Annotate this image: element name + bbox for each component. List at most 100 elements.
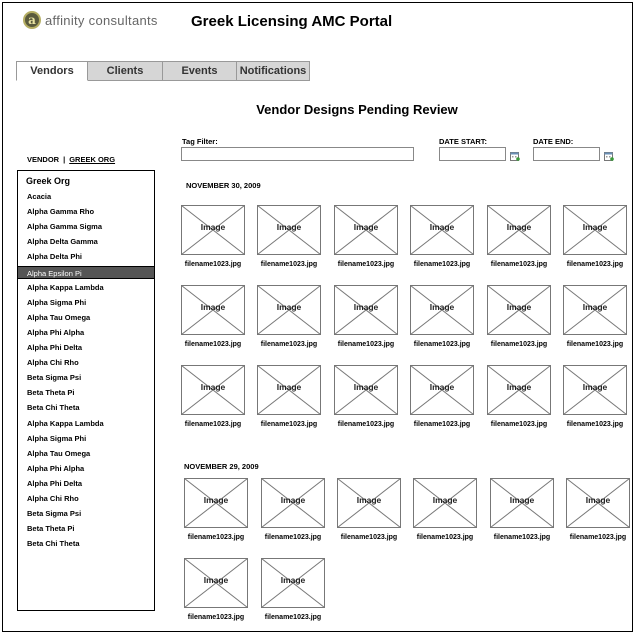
thumbnail-filename[interactable]: filename1023.jpg <box>328 421 404 428</box>
design-thumbnail[interactable]: Image filename1023.jpg <box>566 478 630 541</box>
tag-filter-input[interactable] <box>181 147 414 161</box>
design-thumbnail[interactable]: Image filename1023.jpg <box>487 365 551 428</box>
org-list-item[interactable]: Alpha Phi Delta <box>18 341 154 354</box>
thumbnail-filename[interactable]: filename1023.jpg <box>404 341 480 348</box>
thumbnail-filename[interactable]: filename1023.jpg <box>175 341 251 348</box>
design-thumbnail[interactable]: Image filename1023.jpg <box>487 285 551 348</box>
thumbnail-filename[interactable]: filename1023.jpg <box>404 261 480 268</box>
org-list-item[interactable]: Alpha Sigma Phi <box>18 432 154 445</box>
design-thumbnail[interactable]: Image filename1023.jpg <box>563 365 627 428</box>
image-placeholder-label: Image <box>280 575 306 585</box>
tab-clients[interactable]: Clients <box>88 61 163 81</box>
thumbnail-filename[interactable]: filename1023.jpg <box>481 261 557 268</box>
design-thumbnail[interactable]: Image filename1023.jpg <box>410 205 474 268</box>
design-thumbnail[interactable]: Image filename1023.jpg <box>337 478 401 541</box>
thumbnail-filename[interactable]: filename1023.jpg <box>331 534 407 541</box>
thumbnail-filename[interactable]: filename1023.jpg <box>481 341 557 348</box>
design-thumbnail[interactable]: Image filename1023.jpg <box>490 478 554 541</box>
org-list-item[interactable]: Beta Chi Theta <box>18 401 154 414</box>
org-list-item[interactable]: Acacia <box>18 190 154 203</box>
thumbnail-filename[interactable]: filename1023.jpg <box>251 341 327 348</box>
org-list-item[interactable]: Beta Sigma Psi <box>18 371 154 384</box>
org-list-item[interactable]: Alpha Gamma Sigma <box>18 220 154 233</box>
greek-org-toggle-link[interactable]: GREEK ORG <box>69 155 115 164</box>
page-title: Vendor Designs Pending Review <box>256 102 458 117</box>
image-placeholder-label: Image <box>429 302 455 312</box>
thumbnail-filename[interactable]: filename1023.jpg <box>255 534 331 541</box>
org-list-item[interactable]: Alpha Kappa Lambda <box>18 417 154 430</box>
thumbnail-filename[interactable]: filename1023.jpg <box>407 534 483 541</box>
thumbnail-filename[interactable]: filename1023.jpg <box>557 261 633 268</box>
design-thumbnail[interactable]: Image filename1023.jpg <box>334 285 398 348</box>
calendar-icon[interactable] <box>604 151 614 161</box>
design-thumbnail[interactable]: Image filename1023.jpg <box>563 285 627 348</box>
design-thumbnail[interactable]: Image filename1023.jpg <box>184 478 248 541</box>
thumbnail-filename[interactable]: filename1023.jpg <box>328 341 404 348</box>
org-list-item[interactable]: Alpha Tau Omega <box>18 447 154 460</box>
design-thumbnail[interactable]: Image filename1023.jpg <box>410 285 474 348</box>
brand-logo[interactable]: a affinity consultants <box>23 11 158 29</box>
org-list-item[interactable]: Alpha Delta Gamma <box>18 235 154 248</box>
design-thumbnail[interactable]: Image filename1023.jpg <box>413 478 477 541</box>
design-thumbnail[interactable]: Image filename1023.jpg <box>184 558 248 621</box>
org-list-item[interactable]: Beta Theta Pi <box>18 522 154 535</box>
design-thumbnail[interactable]: Image filename1023.jpg <box>334 205 398 268</box>
org-list-item[interactable]: Alpha Epsilon Pi <box>18 265 154 279</box>
thumbnail-filename[interactable]: filename1023.jpg <box>251 421 327 428</box>
org-list-item[interactable]: Alpha Kappa Lambda <box>18 281 154 294</box>
date-start-input[interactable] <box>439 147 506 161</box>
thumbnail-filename[interactable]: filename1023.jpg <box>557 341 633 348</box>
thumbnail-filename[interactable]: filename1023.jpg <box>484 534 560 541</box>
org-list-item[interactable]: Alpha Phi Alpha <box>18 462 154 475</box>
org-list-item[interactable]: Beta Chi Theta <box>18 537 154 550</box>
thumbnail-filename[interactable]: filename1023.jpg <box>251 261 327 268</box>
vendor-toggle-link[interactable]: VENDOR <box>27 155 59 164</box>
org-list-item[interactable]: Alpha Chi Rho <box>18 492 154 505</box>
thumbnail-filename[interactable]: filename1023.jpg <box>404 421 480 428</box>
tab-events[interactable]: Events <box>163 61 237 81</box>
thumbnail-filename[interactable]: filename1023.jpg <box>175 261 251 268</box>
image-placeholder-label: Image <box>429 382 455 392</box>
design-thumbnail[interactable]: Image filename1023.jpg <box>181 285 245 348</box>
thumbnail-filename[interactable]: filename1023.jpg <box>178 534 254 541</box>
design-thumbnail[interactable]: Image filename1023.jpg <box>257 285 321 348</box>
image-placeholder-label: Image <box>200 382 226 392</box>
design-thumbnail[interactable]: Image filename1023.jpg <box>261 558 325 621</box>
org-list-item[interactable]: Alpha Sigma Phi <box>18 296 154 309</box>
greek-org-list[interactable]: Greek Org Acacia Alpha Gamma Rho Alpha Gam… <box>17 170 155 611</box>
org-list-item[interactable]: Beta Theta Pi <box>18 386 154 399</box>
thumbnail-filename[interactable]: filename1023.jpg <box>178 614 254 621</box>
org-list-item[interactable]: Alpha Phi Alpha <box>18 326 154 339</box>
thumbnail-filename[interactable]: filename1023.jpg <box>557 421 633 428</box>
design-thumbnail[interactable]: Image filename1023.jpg <box>410 365 474 428</box>
org-list-item[interactable]: Alpha Tau Omega <box>18 311 154 324</box>
date-start-label: DATE START: <box>439 137 488 146</box>
org-list-item[interactable]: Beta Sigma Psi <box>18 507 154 520</box>
calendar-icon[interactable] <box>510 151 520 161</box>
thumbnail-filename[interactable]: filename1023.jpg <box>481 421 557 428</box>
design-thumbnail[interactable]: Image filename1023.jpg <box>257 205 321 268</box>
org-list-item[interactable]: Alpha Delta Phi <box>18 250 154 263</box>
design-thumbnail[interactable]: Image filename1023.jpg <box>181 365 245 428</box>
org-list-item[interactable]: Alpha Gamma Rho <box>18 205 154 218</box>
thumbnail-filename[interactable]: filename1023.jpg <box>255 614 331 621</box>
design-thumbnail[interactable]: Image filename1023.jpg <box>487 205 551 268</box>
thumbnail-filename[interactable]: filename1023.jpg <box>328 261 404 268</box>
image-placeholder-label: Image <box>353 382 379 392</box>
design-thumbnail[interactable]: Image filename1023.jpg <box>334 365 398 428</box>
design-thumbnail[interactable]: Image filename1023.jpg <box>257 365 321 428</box>
thumbnail-filename[interactable]: filename1023.jpg <box>175 421 251 428</box>
tab-notifications[interactable]: Notifications <box>237 61 310 81</box>
design-thumbnail[interactable]: Image filename1023.jpg <box>261 478 325 541</box>
tag-filter-label: Tag Filter: <box>182 137 218 146</box>
design-thumbnail[interactable]: Image filename1023.jpg <box>181 205 245 268</box>
portal-title: Greek Licensing AMC Portal <box>191 13 393 30</box>
date-end-input[interactable] <box>533 147 600 161</box>
org-list-item[interactable]: Alpha Phi Delta <box>18 477 154 490</box>
design-thumbnail[interactable]: Image filename1023.jpg <box>563 205 627 268</box>
thumbnail-filename[interactable]: filename1023.jpg <box>560 534 636 541</box>
tab-vendors[interactable]: Vendors <box>16 61 88 81</box>
org-list-item[interactable]: Alpha Chi Rho <box>18 356 154 369</box>
toggle-separator: | <box>63 155 66 164</box>
image-placeholder-label: Image <box>582 382 608 392</box>
